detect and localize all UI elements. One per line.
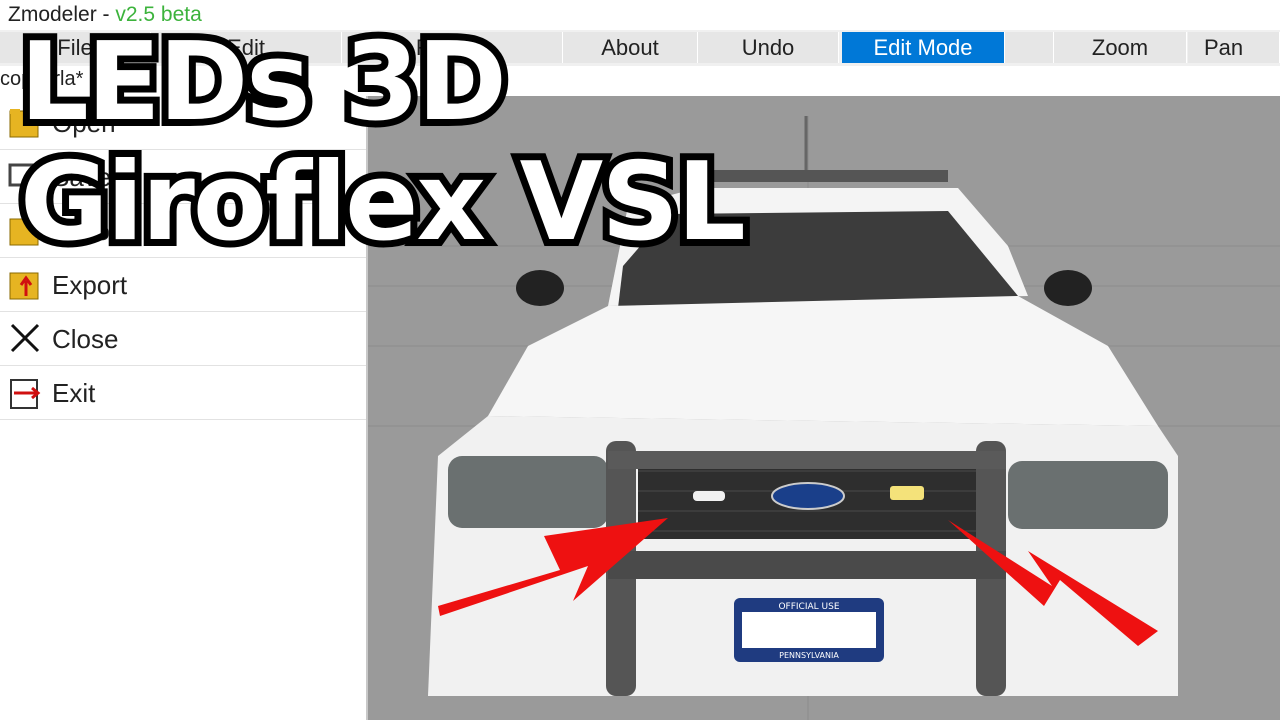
- menu-zoom[interactable]: Zoom: [1054, 32, 1187, 63]
- led-white: [693, 491, 725, 501]
- left-mirror: [516, 270, 564, 306]
- close-icon: [10, 323, 40, 353]
- menu-close[interactable]: Close: [0, 312, 366, 366]
- menu-exit-label: Exit: [52, 378, 96, 408]
- menu-close-label: Close: [52, 324, 119, 354]
- left-headlight: [448, 456, 608, 528]
- menu-export[interactable]: Export: [0, 258, 366, 312]
- menu-export-label: Export: [52, 270, 128, 300]
- right-headlight: [1008, 461, 1168, 529]
- led-yellow: [890, 486, 924, 500]
- export-icon: [9, 272, 39, 300]
- exit-icon: [10, 379, 41, 409]
- overlay-title-line1: LEDs 3D: [13, 13, 514, 152]
- menu-undo[interactable]: Undo: [698, 32, 839, 63]
- overlay-title-line2: Giroflex VSL: [13, 133, 753, 272]
- menu-pan-mode[interactable]: Pan Mo: [1188, 32, 1280, 91]
- roof-light-bar: [708, 170, 948, 182]
- push-bar-cross: [608, 551, 1006, 579]
- ford-logo: [771, 482, 845, 510]
- menu-about[interactable]: About: [563, 32, 698, 63]
- right-mirror: [1044, 270, 1092, 306]
- plate-bottom-text: PENNSYLVANIA: [779, 651, 839, 660]
- menu-blank[interactable]: [1005, 32, 1054, 63]
- plate-top-text: OFFICIAL USE: [778, 602, 839, 612]
- menu-edit-mode[interactable]: Edit Mode: [842, 32, 1005, 63]
- menu-exit[interactable]: Exit: [0, 366, 366, 420]
